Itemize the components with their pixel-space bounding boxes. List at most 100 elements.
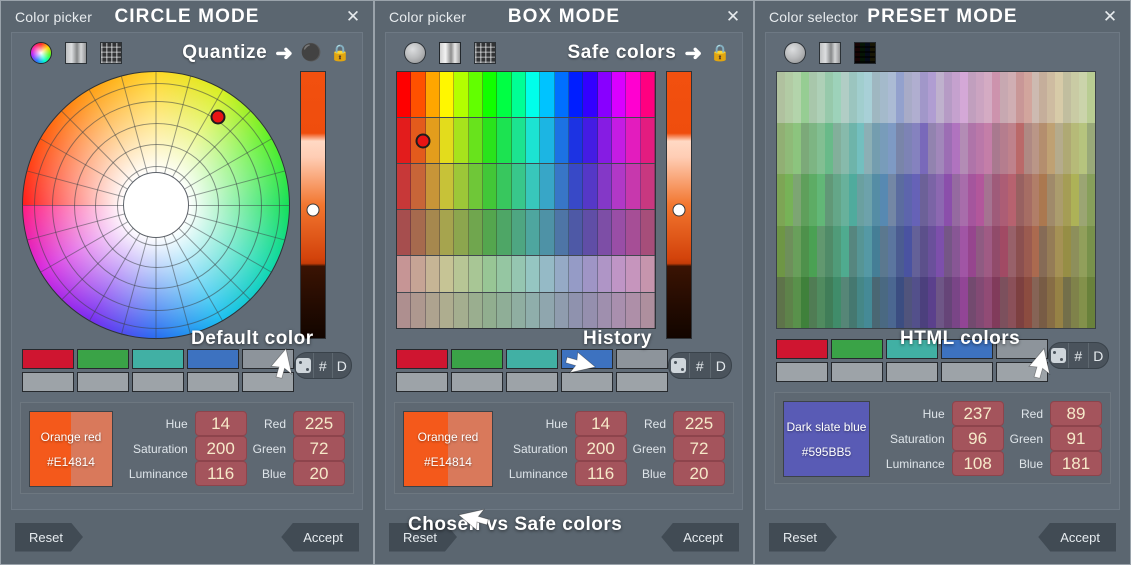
color-swatch[interactable]	[451, 349, 503, 369]
color-box-cell[interactable]	[525, 72, 541, 117]
preset-cell[interactable]	[1007, 174, 1016, 226]
color-box-cell[interactable]	[640, 210, 655, 255]
preset-cell[interactable]	[1063, 225, 1072, 277]
color-preview[interactable]: Orange red #E14814	[29, 411, 113, 487]
preset-cell[interactable]	[832, 276, 841, 328]
color-box-cell[interactable]	[597, 164, 612, 209]
color-box-cell[interactable]	[568, 118, 584, 163]
color-box-cell[interactable]	[411, 256, 426, 292]
color-box-cell[interactable]	[397, 118, 412, 163]
color-box-cell[interactable]	[540, 210, 555, 255]
field-value-luminance[interactable]: 116	[574, 461, 627, 486]
wheel-mode-icon[interactable]	[784, 42, 806, 64]
color-swatch[interactable]	[831, 362, 883, 382]
preset-cell[interactable]	[1047, 225, 1056, 277]
preset-cell[interactable]	[959, 225, 968, 277]
preset-cell[interactable]	[1007, 225, 1016, 277]
color-box-cell[interactable]	[454, 210, 469, 255]
color-box-cell[interactable]	[554, 72, 569, 117]
preset-cell[interactable]	[1015, 276, 1024, 328]
field-value-saturation[interactable]: 96	[951, 426, 1004, 451]
field-value-red[interactable]: 225	[673, 411, 725, 436]
preset-cell[interactable]	[864, 174, 873, 226]
close-icon[interactable]: ✕	[343, 8, 363, 25]
preset-cell[interactable]	[840, 276, 849, 328]
color-box-cell[interactable]	[525, 210, 541, 255]
preset-cell[interactable]	[1023, 225, 1032, 277]
preset-cell[interactable]	[1079, 123, 1088, 175]
preset-cell[interactable]	[808, 72, 817, 124]
preset-cell[interactable]	[880, 123, 889, 175]
preset-cell[interactable]	[928, 174, 937, 226]
color-box-cell[interactable]	[568, 256, 584, 292]
color-box-cell[interactable]	[439, 164, 455, 209]
preset-cell[interactable]	[888, 276, 897, 328]
color-box-cell[interactable]	[597, 293, 612, 328]
field-value-green[interactable]: 72	[673, 436, 725, 461]
color-swatch[interactable]	[616, 349, 668, 369]
preset-cell[interactable]	[967, 123, 976, 175]
color-swatch[interactable]	[396, 372, 448, 392]
close-icon[interactable]: ✕	[723, 8, 743, 25]
preset-cell[interactable]	[1031, 276, 1040, 328]
luminance-slider-knob[interactable]	[306, 203, 320, 217]
preset-cell[interactable]	[792, 174, 801, 226]
preset-cell[interactable]	[951, 225, 960, 277]
preset-cell[interactable]	[944, 225, 952, 277]
preset-cell[interactable]	[872, 72, 881, 124]
preset-cell[interactable]	[936, 276, 945, 328]
preset-cell[interactable]	[1015, 72, 1024, 124]
color-box-cell[interactable]	[540, 256, 555, 292]
luminance-slider-knob[interactable]	[672, 203, 686, 217]
preset-cell[interactable]	[1063, 123, 1072, 175]
preset-band[interactable]	[777, 276, 1095, 328]
preset-cell[interactable]	[959, 123, 968, 175]
color-box-cell[interactable]	[425, 210, 440, 255]
preset-cell[interactable]	[959, 174, 968, 226]
color-box-cell[interactable]	[540, 72, 555, 117]
color-swatch[interactable]	[242, 349, 294, 369]
color-box-cell[interactable]	[425, 293, 440, 328]
color-box-cell[interactable]	[497, 118, 512, 163]
color-swatch[interactable]	[561, 349, 613, 369]
preset-cell[interactable]	[912, 123, 921, 175]
preset-cell[interactable]	[999, 72, 1008, 124]
preset-cell[interactable]	[1007, 276, 1016, 328]
color-box-cell[interactable]	[554, 256, 569, 292]
preset-cell[interactable]	[784, 123, 793, 175]
color-box-cell[interactable]	[411, 293, 426, 328]
magnet-icon[interactable]: ⚫	[301, 43, 322, 63]
preset-band[interactable]	[777, 72, 1095, 124]
preset-color-grid[interactable]	[776, 71, 1096, 329]
preset-cell[interactable]	[920, 225, 929, 277]
preset-cell[interactable]	[904, 72, 913, 124]
preset-cell[interactable]	[896, 123, 905, 175]
color-box-cell[interactable]	[583, 210, 598, 255]
preset-cell[interactable]	[792, 123, 801, 175]
random-color-button[interactable]	[1049, 343, 1069, 368]
preset-cell[interactable]	[928, 72, 937, 124]
preset-cell[interactable]	[856, 276, 865, 328]
color-swatch[interactable]	[776, 362, 828, 382]
color-box-cell[interactable]	[482, 256, 498, 292]
color-box-row[interactable]	[397, 256, 655, 293]
color-swatch[interactable]	[242, 372, 294, 392]
preset-cell[interactable]	[951, 123, 960, 175]
field-value-saturation[interactable]: 200	[194, 436, 247, 461]
color-box-cell[interactable]	[597, 256, 612, 292]
luminance-slider[interactable]	[300, 71, 326, 339]
color-box-cell[interactable]	[540, 118, 555, 163]
color-box-cell[interactable]	[525, 118, 541, 163]
color-swatch[interactable]	[22, 349, 74, 369]
preset-cell[interactable]	[872, 174, 881, 226]
color-swatch[interactable]	[886, 362, 938, 382]
preset-cell[interactable]	[1071, 174, 1080, 226]
color-box-cell[interactable]	[511, 210, 526, 255]
color-box-cell[interactable]	[583, 293, 598, 328]
color-box-cell[interactable]	[640, 164, 655, 209]
preset-cell[interactable]	[848, 72, 857, 124]
preset-cell[interactable]	[856, 225, 865, 277]
color-box-cell[interactable]	[497, 210, 512, 255]
preset-cell[interactable]	[991, 276, 1000, 328]
preset-cell[interactable]	[1071, 276, 1080, 328]
